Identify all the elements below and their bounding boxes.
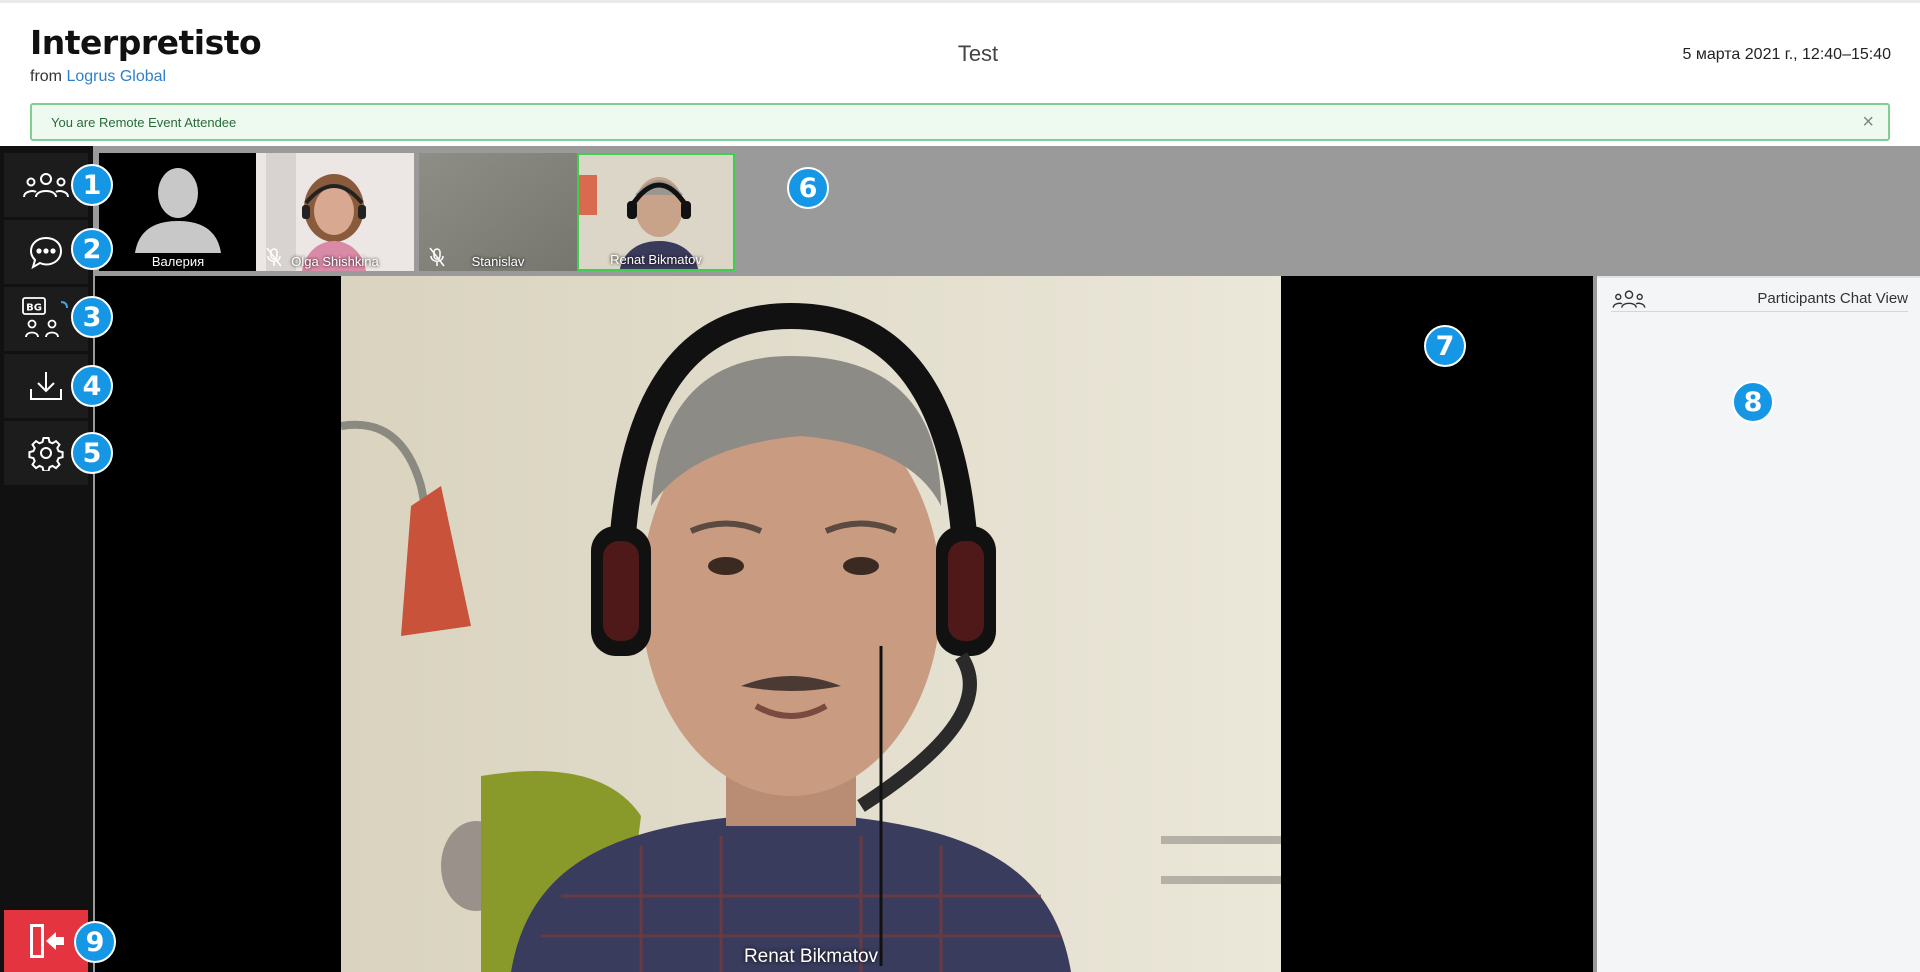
- chat-panel: Participants Chat View 8: [1597, 276, 1920, 972]
- chat-panel-header: Participants Chat View: [1611, 288, 1908, 312]
- annotation-badge-8: 8: [1732, 381, 1774, 423]
- participants-icon: [23, 173, 69, 198]
- annotation-badge-9: 9: [74, 921, 116, 963]
- annotation-badge-6: 6: [787, 167, 829, 209]
- thumbnail-name: Renat Bikmatov: [610, 252, 702, 267]
- download-icon: [30, 372, 62, 400]
- exit-door-icon: [30, 924, 64, 958]
- speaker-name: Renat Bikmatov: [743, 946, 879, 967]
- thumbnail-renat-active[interactable]: Renat Bikmatov: [577, 153, 735, 271]
- annotation-badge-5: 5: [71, 432, 113, 474]
- thumbnail-olga[interactable]: Olga Shishkina: [256, 153, 414, 271]
- thumbnail-name: Olga Shishkina: [291, 254, 379, 269]
- thumbnail-name: Валерия: [151, 254, 205, 269]
- main-video[interactable]: Renat Bikmatov 7: [95, 276, 1593, 972]
- from-label: from: [30, 68, 62, 85]
- header: Interpretisto from Logrus Global Test 5 …: [0, 0, 1920, 146]
- annotation-badge-4: 4: [71, 365, 113, 407]
- chat-icon: [29, 236, 63, 270]
- app-from: from Logrus Global: [30, 68, 261, 86]
- event-title: Test: [957, 41, 999, 66]
- alert-close-button[interactable]: ×: [1862, 111, 1874, 134]
- logrus-global-link[interactable]: Logrus Global: [66, 68, 166, 85]
- sidebar: BG 1 2 3 4 5 9: [0, 146, 116, 972]
- speaker-video-frame: Renat Bikmatov: [341, 276, 1281, 972]
- participants-icon: [1612, 290, 1646, 308]
- chat-panel-title: Participants Chat View: [1757, 290, 1908, 307]
- thumbnail-name: Stanislav: [471, 254, 525, 269]
- annotation-badge-3: 3: [71, 296, 113, 338]
- language-participants-icon: BG: [22, 297, 68, 338]
- language-code: BG: [26, 303, 42, 314]
- role-alert: You are Remote Event Attendee ×: [30, 103, 1890, 141]
- annotation-badge-2: 2: [71, 228, 113, 270]
- annotation-badge-7: 7: [1424, 325, 1466, 367]
- thumbnail-stanislav[interactable]: Stanislav: [419, 153, 577, 271]
- speaker-video: [341, 276, 1281, 972]
- annotation-badge-1: 1: [71, 164, 113, 206]
- alert-message: You are Remote Event Attendee: [51, 115, 237, 130]
- gear-icon: [28, 437, 64, 471]
- thumbnail-valeria[interactable]: Валерия: [99, 153, 257, 271]
- event-datetime: 5 марта 2021 г., 12:40–15:40: [1682, 46, 1891, 63]
